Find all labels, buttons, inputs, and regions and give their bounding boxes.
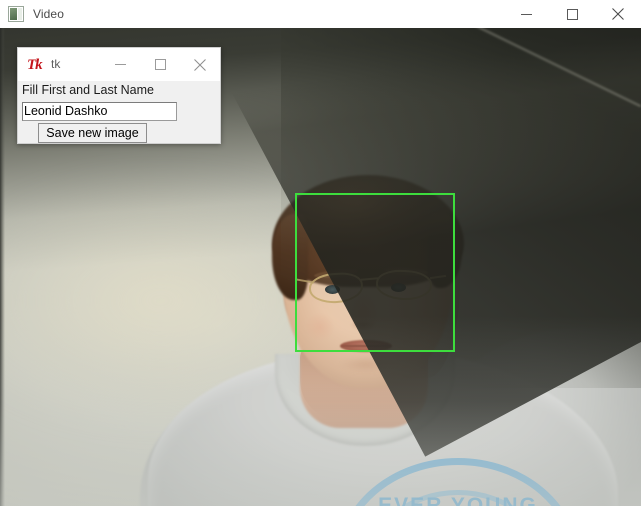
name-input[interactable]: Leonid Dashko: [22, 102, 177, 121]
tk-window-title: tk: [51, 57, 61, 71]
tk-minimize-icon: [114, 64, 126, 65]
save-new-image-button[interactable]: Save new image: [38, 123, 147, 143]
tk-maximize-icon: [154, 59, 166, 70]
video-window-title: Video: [33, 7, 64, 21]
name-field-label: Fill First and Last Name: [22, 83, 154, 97]
close-icon: [612, 8, 624, 20]
tk-maximize-button[interactable]: [140, 48, 180, 81]
tk-close-icon: [194, 58, 206, 71]
tk-dialog-window: Tk tk Fill First and Last Name Leonid Da…: [17, 47, 221, 144]
video-image-icon: [8, 6, 24, 22]
minimize-button[interactable]: [503, 0, 549, 28]
maximize-button[interactable]: [549, 0, 595, 28]
tk-feather-logo-icon: Tk: [27, 56, 43, 73]
tk-window-controls: [100, 48, 220, 81]
tk-dialog-body: Fill First and Last Name Leonid Dashko S…: [18, 81, 220, 143]
tk-close-button[interactable]: [180, 48, 220, 81]
minimize-icon: [520, 13, 532, 15]
video-window: Video Tk tk Fill First and Last Name Leo…: [0, 0, 641, 506]
face-detection-box: [295, 193, 455, 352]
maximize-icon: [566, 8, 578, 20]
tk-minimize-button[interactable]: [100, 48, 140, 81]
close-button[interactable]: [595, 0, 641, 28]
window-controls: [503, 0, 641, 28]
video-window-titlebar[interactable]: Video: [0, 0, 641, 28]
tk-titlebar[interactable]: Tk tk: [18, 48, 220, 81]
